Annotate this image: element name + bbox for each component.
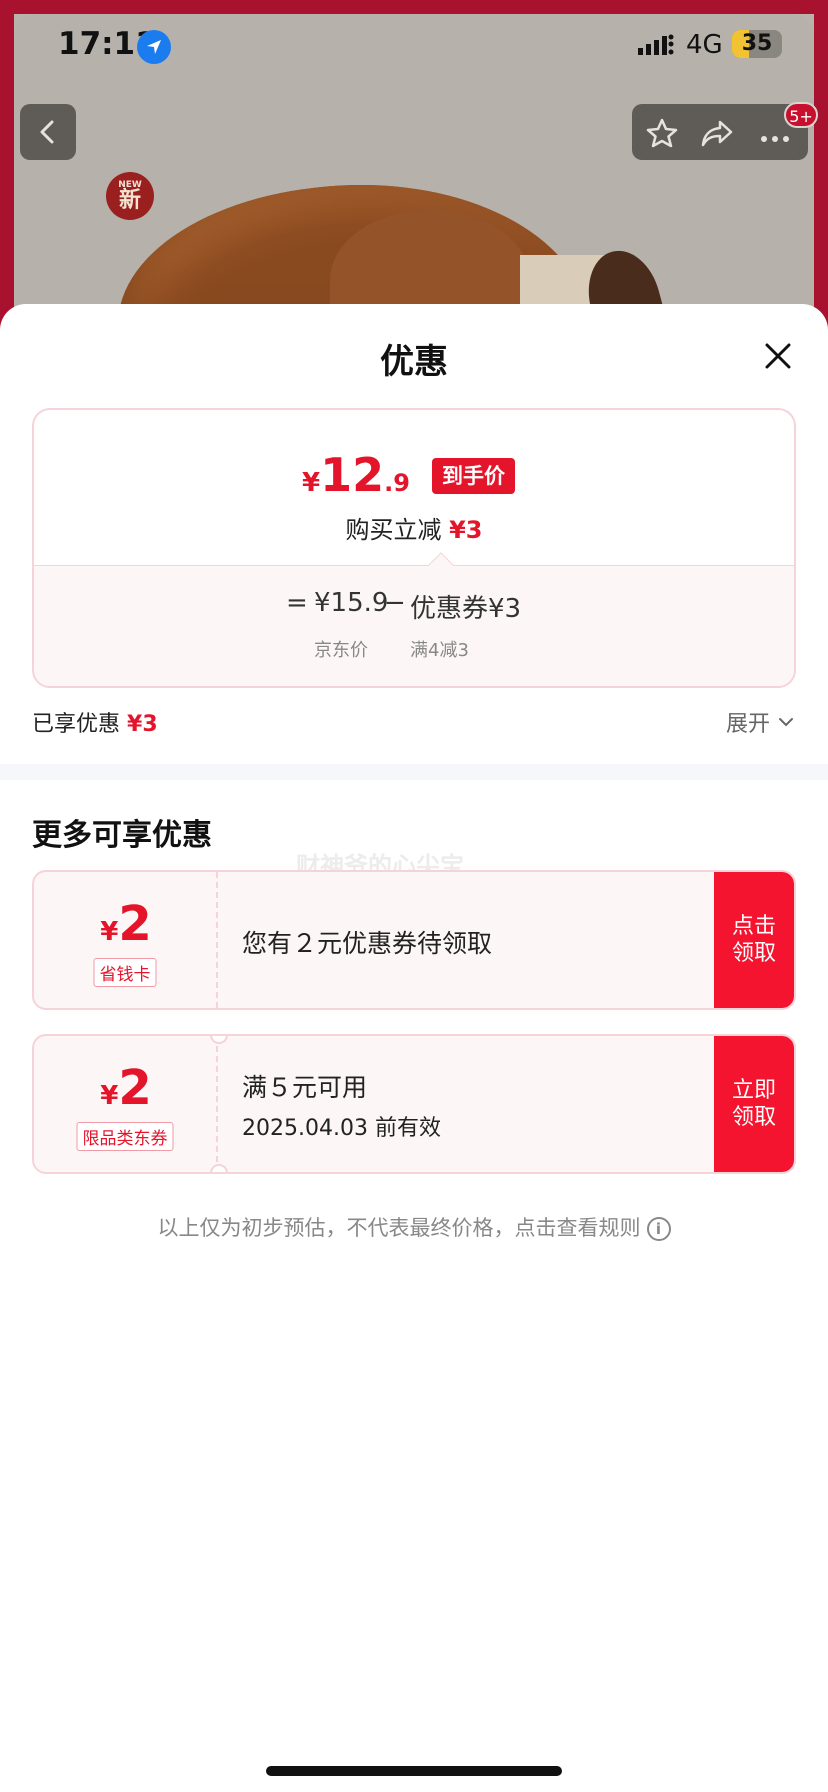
- jd-price-label: 京东价: [314, 640, 368, 661]
- more-icon[interactable]: [760, 128, 790, 147]
- sheet-title: 优惠: [380, 342, 448, 382]
- expand-button[interactable]: 展开: [726, 706, 794, 738]
- coupon-value-area: ¥2 省钱卡: [34, 872, 218, 1008]
- close-button[interactable]: [760, 338, 796, 374]
- share-icon[interactable]: [700, 118, 734, 152]
- instant-reduction-value: ¥3: [449, 516, 483, 544]
- coupon-value-area: ¥2 限品类东券: [34, 1036, 218, 1172]
- final-price: ¥12.9: [302, 448, 410, 502]
- formula-equals: =: [286, 588, 308, 618]
- final-price-currency: ¥: [302, 468, 321, 498]
- price-breakdown-card: ¥12.9 到手价 购买立减 ¥3 = ¥15.9 − 优惠券¥3 京东价 满4…: [32, 408, 796, 688]
- coupon-card-1: ¥2 省钱卡 您有２元优惠券待领取 点击领取: [32, 870, 796, 1010]
- battery-level: 35: [741, 31, 773, 56]
- coupon-rule-label: 满4减3: [410, 640, 469, 661]
- claim-button-label: 立即领取: [731, 1077, 776, 1131]
- discount-sheet: 优惠 ¥12.9 到手价 购买立减 ¥3 = ¥15.9 − 优惠券¥3 京东价…: [0, 304, 828, 1792]
- final-price-area: ¥12.9 到手价 购买立减 ¥3: [34, 410, 794, 565]
- coupon-amount-value: 2: [118, 896, 152, 952]
- back-button[interactable]: [20, 104, 76, 160]
- chevron-left-icon: [40, 120, 54, 144]
- more-discounts-title: 更多可享优惠: [32, 818, 212, 853]
- chevron-down-icon: [779, 718, 793, 727]
- coupon-expiry: 2025.04.03 前有效: [242, 1116, 441, 1141]
- status-bar: 17:11 4G 35: [0, 0, 828, 90]
- signal-icon: [638, 34, 674, 60]
- coupon-description: 满５元可用: [242, 1073, 368, 1102]
- rules-link[interactable]: 以上仅为初步预估，不代表最终价格，点击查看规则 i: [0, 1212, 828, 1242]
- instant-reduction: 购买立减 ¥3: [34, 510, 794, 545]
- coupon-amount: ¥2: [34, 896, 218, 952]
- enjoyed-value: ¥3: [127, 712, 158, 737]
- battery-icon: 35: [732, 30, 782, 58]
- final-price-tag: 到手价: [432, 458, 515, 494]
- new-badge: NEW 新: [106, 172, 154, 220]
- section-divider: [0, 764, 828, 780]
- claim-coupon-button[interactable]: 点击领取: [714, 872, 794, 1008]
- new-badge-text: 新: [118, 187, 141, 213]
- disclaimer-text: 以上仅为初步预估，不代表最终价格，点击查看规则: [157, 1216, 641, 1240]
- final-price-decimal: .9: [384, 469, 410, 497]
- ticket-notch: [210, 1164, 228, 1172]
- home-indicator: [266, 1766, 562, 1776]
- network-label: 4G: [686, 30, 723, 60]
- enjoyed-label: 已享优惠: [32, 712, 121, 737]
- coupon-type-tag: 限品类东券: [76, 1122, 174, 1151]
- location-arrow-icon: [137, 30, 171, 64]
- coupon-card-2: ¥2 限品类东券 满５元可用 2025.04.03 前有效 立即领取: [32, 1034, 796, 1174]
- enjoyed-discount: 已享优惠 ¥3: [32, 706, 158, 738]
- formula-coupon: 优惠券¥3: [410, 594, 522, 624]
- coupon-amount: ¥2: [34, 1060, 218, 1116]
- coupon-amount-value: 2: [118, 1060, 152, 1116]
- message-count-badge: 5+: [784, 102, 818, 128]
- info-icon: i: [646, 1217, 671, 1241]
- top-action-group: [632, 104, 808, 160]
- formula-minus: −: [384, 588, 406, 618]
- claim-coupon-button[interactable]: 立即领取: [714, 1036, 794, 1172]
- formula-jd-price: ¥15.9: [314, 588, 389, 618]
- claim-button-label: 点击领取: [731, 913, 776, 967]
- coupon-type-tag: 省钱卡: [93, 958, 157, 987]
- close-icon: [765, 343, 791, 369]
- star-icon[interactable]: [646, 118, 678, 152]
- coupon-currency: ¥: [100, 1081, 119, 1111]
- final-price-integer: 12: [320, 448, 385, 502]
- coupon-currency: ¥: [100, 917, 119, 947]
- coupon-description: 您有２元优惠券待领取: [242, 929, 493, 958]
- expand-label: 展开: [725, 712, 770, 737]
- price-formula: = ¥15.9 − 优惠券¥3 京东价 满4减3: [34, 565, 794, 686]
- instant-reduction-label: 购买立减: [345, 516, 442, 544]
